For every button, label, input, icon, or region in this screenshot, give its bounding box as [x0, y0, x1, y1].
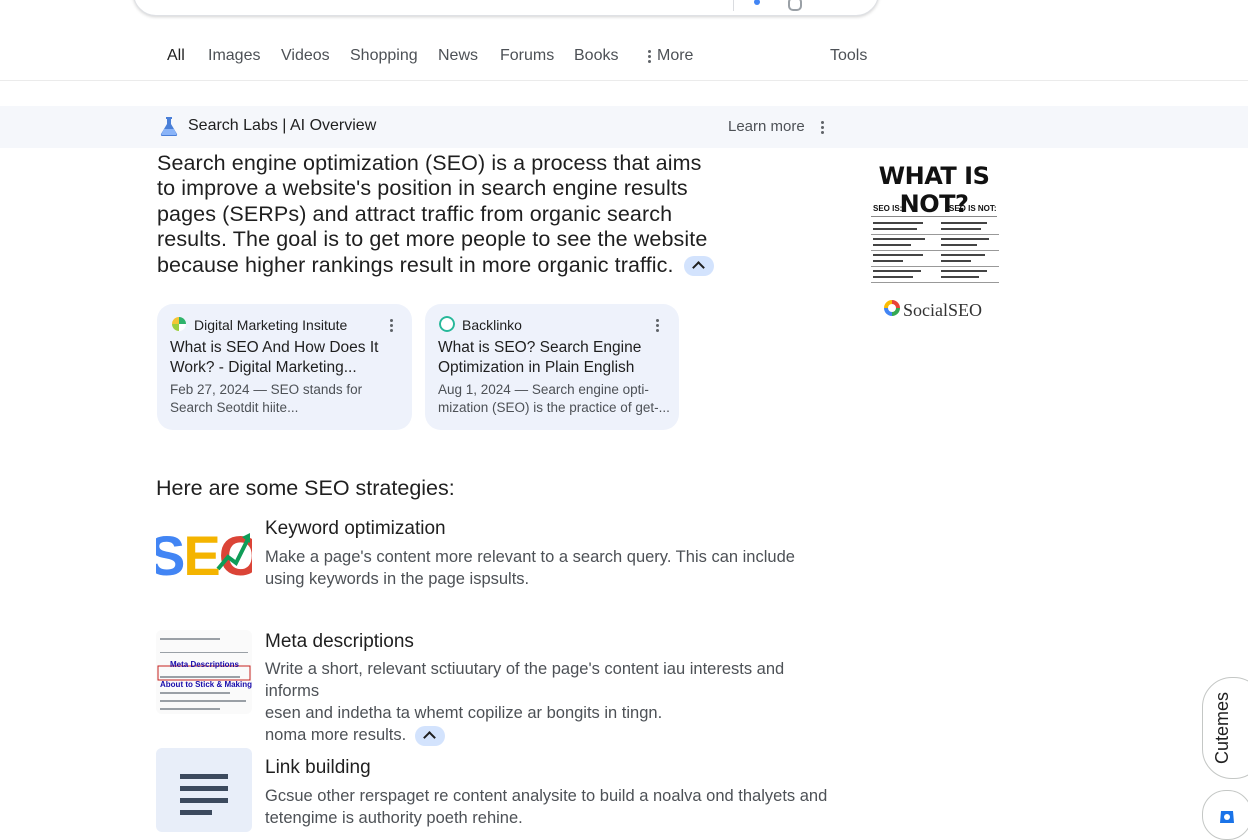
chevron-up-icon: [423, 731, 437, 745]
strategy-description: Make a page's content more relevant to a…: [265, 548, 795, 588]
infographic-body: [871, 222, 999, 283]
meta-image-text: About to Stick & Making You: [160, 680, 252, 689]
tab-videos[interactable]: Videos: [281, 47, 330, 65]
source-snippet: Aug 1, 2024 — Search engine opti- mizati…: [438, 382, 670, 415]
source-card[interactable]: Backlinko What is SEO? Search Engine Opt…: [425, 304, 679, 430]
link-building-image[interactable]: [156, 748, 252, 832]
meta-image-text: Meta Descriptions: [170, 660, 239, 669]
feedback-label: Cutemes: [1212, 691, 1232, 764]
microphone-icon[interactable]: [788, 0, 802, 11]
ai-overview-title: Search Labs | AI Overview: [188, 117, 377, 134]
tab-more-label: More: [657, 47, 694, 64]
backlinko-favicon-icon: [439, 316, 455, 332]
meta-descriptions-image[interactable]: Meta Descriptions About to Stick & Makin…: [156, 630, 252, 714]
tab-all[interactable]: All: [167, 47, 185, 65]
tab-news[interactable]: News: [438, 47, 478, 65]
search-box-divider: [733, 0, 734, 11]
strategy-title: Keyword optimization: [265, 518, 446, 539]
growth-arrow-icon: [216, 533, 250, 571]
strategy-description: Gcsue other rerspaget re content analysi…: [265, 787, 828, 827]
source-title[interactable]: What is SEO? Search Engine Optimization …: [438, 338, 658, 377]
source-card[interactable]: Digital Marketing Insitute What is SEO A…: [157, 304, 412, 430]
text-lines-icon: [180, 774, 228, 815]
chevron-up-icon: [692, 261, 706, 275]
ai-overview-menu-icon[interactable]: [821, 121, 824, 134]
socialseo-logo-icon: [884, 300, 900, 316]
floating-action-button[interactable]: [1202, 790, 1248, 840]
tab-books[interactable]: Books: [574, 47, 618, 65]
search-tabs: All Images Videos Shopping News Forums B…: [0, 36, 1248, 81]
dmi-favicon-icon: [172, 317, 186, 331]
bag-icon: [1220, 811, 1234, 823]
collapse-button[interactable]: [683, 255, 714, 276]
search-box[interactable]: [133, 0, 879, 16]
tab-shopping[interactable]: Shopping: [350, 47, 418, 65]
strategies-heading: Here are some SEO strategies:: [156, 476, 455, 500]
more-vert-icon: [648, 49, 651, 63]
meta-screenshot-lines: [157, 638, 251, 710]
ai-overview-summary-text: Search engine optimization (SEO) is a pr…: [157, 151, 708, 277]
strategy-description-line: Write a short, relevant sctiuutary of th…: [265, 660, 785, 700]
tab-more[interactable]: More: [648, 47, 693, 65]
learn-more-link[interactable]: Learn more: [728, 118, 805, 135]
tools-button[interactable]: Tools: [830, 47, 867, 65]
feedback-button[interactable]: Cutemes: [1202, 677, 1248, 779]
flask-icon: [160, 117, 178, 136]
source-menu-icon[interactable]: [656, 319, 659, 332]
lens-icon[interactable]: [754, 0, 760, 5]
strategy-description-line: noma more results.: [265, 724, 840, 746]
source-title[interactable]: What is SEO And How Does It Work? - Digi…: [170, 338, 390, 377]
infographic-right-column: SEO IS NOT:: [949, 204, 997, 213]
infographic-left-column: SEO IS:: [873, 204, 903, 213]
infographic-rule: [871, 216, 997, 217]
keyword-optimization-image[interactable]: SEO: [156, 517, 252, 601]
source-site-name: Digital Marketing Insitute: [194, 317, 348, 333]
seo-infographic-thumbnail[interactable]: WHAT IS NOT? SEO IS: SEO IS NOT: SocialS…: [865, 160, 1003, 320]
source-site-name: Backlinko: [462, 317, 522, 333]
strategy-description-text: noma more results.: [265, 726, 407, 744]
infographic-brand: SocialSEO: [903, 300, 982, 320]
source-menu-icon[interactable]: [390, 319, 393, 332]
ai-overview-summary: Search engine optimization (SEO) is a pr…: [157, 151, 717, 278]
strategy-title: Link building: [265, 757, 371, 778]
collapse-button[interactable]: [414, 725, 445, 746]
tab-forums[interactable]: Forums: [500, 47, 554, 65]
strategy-title: Meta descriptions: [265, 631, 414, 652]
strategy-description: Write a short, relevant sctiuutary of th…: [265, 658, 840, 746]
tab-images[interactable]: Images: [208, 47, 260, 65]
strategy-description-line: esen and indetha ta whemt copilize ar bo…: [265, 704, 663, 722]
source-snippet: Feb 27, 2024 — SEO stands for Search Seo…: [170, 382, 363, 415]
